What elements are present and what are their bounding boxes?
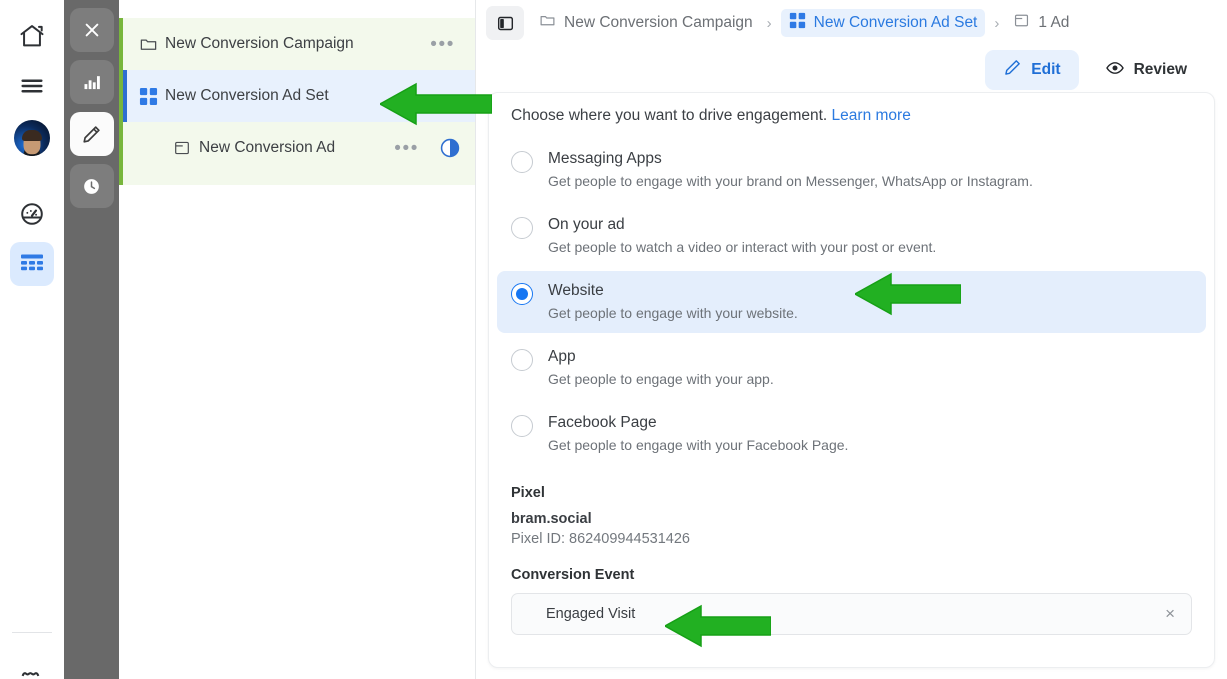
radio-website[interactable] bbox=[511, 283, 533, 305]
section-lead: Choose where you want to drive engagemen… bbox=[511, 107, 1192, 125]
section-lead-text: Choose where you want to drive engagemen… bbox=[511, 107, 828, 124]
tree-row-ad[interactable]: New Conversion Ad ••• bbox=[123, 122, 475, 174]
edit-review-tabs: Edit Review bbox=[476, 46, 1227, 94]
breadcrumb-label-campaign: New Conversion Campaign bbox=[564, 14, 753, 31]
eye-icon bbox=[1105, 58, 1125, 83]
breadcrumb-item-ad[interactable]: 1 Ad bbox=[1008, 9, 1074, 37]
avatar-image bbox=[14, 120, 50, 156]
avatar[interactable] bbox=[10, 114, 54, 158]
option-title: On your ad bbox=[548, 216, 625, 233]
option-description: Get people to engage with your Facebook … bbox=[548, 437, 849, 453]
menu-icon[interactable] bbox=[10, 64, 54, 108]
pixel-heading: Pixel bbox=[511, 485, 545, 501]
pencil-icon bbox=[1003, 58, 1022, 82]
tab-edit[interactable]: Edit bbox=[985, 50, 1079, 90]
radio-on-your-ad[interactable] bbox=[511, 217, 533, 239]
option-title: Website bbox=[548, 282, 604, 299]
window-icon bbox=[173, 139, 199, 157]
option-description: Get people to engage with your brand on … bbox=[548, 173, 1033, 189]
pencil-icon[interactable] bbox=[69, 112, 114, 156]
radio-facebook-page[interactable] bbox=[511, 415, 533, 437]
settings-icon[interactable] bbox=[0, 659, 64, 679]
radio-messaging-apps[interactable] bbox=[511, 151, 533, 173]
option-on-your-ad[interactable]: On your ad Get people to watch a video o… bbox=[497, 205, 1206, 267]
close-icon[interactable] bbox=[69, 8, 114, 52]
conversion-event-heading: Conversion Event bbox=[511, 567, 635, 583]
option-website[interactable]: Website Get people to engage with your w… bbox=[497, 271, 1206, 333]
breadcrumb: New Conversion Campaign › New Conversion… bbox=[534, 9, 1074, 37]
tree-label-campaign: New Conversion Campaign bbox=[165, 35, 354, 52]
option-app[interactable]: App Get people to engage with your app. bbox=[497, 337, 1206, 399]
pixel-id: Pixel ID: 862409944531426 bbox=[511, 531, 690, 547]
pixel-name: bram.social bbox=[511, 511, 592, 527]
contrast-circle-icon[interactable] bbox=[439, 137, 461, 159]
breadcrumb-item-adset[interactable]: New Conversion Ad Set bbox=[780, 9, 986, 37]
window-icon bbox=[1013, 12, 1030, 34]
grid-icon bbox=[139, 87, 165, 106]
option-title: Messaging Apps bbox=[548, 150, 662, 167]
panel-toggle-icon[interactable] bbox=[486, 6, 524, 40]
tree-label-adset: New Conversion Ad Set bbox=[165, 87, 329, 104]
main-panel: New Conversion Campaign › New Conversion… bbox=[476, 0, 1227, 679]
tree-label-ad: New Conversion Ad bbox=[199, 139, 336, 156]
breadcrumb-item-campaign[interactable]: New Conversion Campaign bbox=[534, 9, 758, 37]
breadcrumb-label-ad: 1 Ad bbox=[1038, 14, 1070, 31]
tab-review-label: Review bbox=[1133, 61, 1187, 78]
campaign-tree-panel: New Conversion Campaign ••• New Conversi… bbox=[119, 0, 476, 679]
tab-edit-label: Edit bbox=[1031, 61, 1061, 78]
rail-divider bbox=[12, 632, 52, 633]
option-title: Facebook Page bbox=[548, 414, 657, 431]
dashboard-icon[interactable] bbox=[10, 192, 54, 236]
campaign-group: New Conversion Campaign ••• New Conversi… bbox=[119, 18, 475, 185]
folder-icon bbox=[139, 35, 165, 54]
learn-more-link[interactable]: Learn more bbox=[832, 107, 911, 124]
tab-review[interactable]: Review bbox=[1087, 50, 1205, 91]
option-description: Get people to engage with your app. bbox=[548, 371, 774, 387]
option-description: Get people to engage with your website. bbox=[548, 305, 798, 321]
option-title: App bbox=[548, 348, 576, 365]
chevron-right-icon: › bbox=[766, 14, 772, 32]
option-facebook-page[interactable]: Facebook Page Get people to engage with … bbox=[497, 403, 1206, 465]
breadcrumb-label-adset: New Conversion Ad Set bbox=[813, 14, 978, 31]
breadcrumb-bar: New Conversion Campaign › New Conversion… bbox=[476, 0, 1227, 46]
clock-icon[interactable] bbox=[69, 164, 114, 208]
bar-chart-icon[interactable] bbox=[69, 60, 114, 104]
app-window: New Conversion Campaign ••• New Conversi… bbox=[0, 0, 1227, 679]
radio-app[interactable] bbox=[511, 349, 533, 371]
chevron-right-icon: › bbox=[994, 14, 1000, 32]
conversion-event-value: Engaged Visit bbox=[546, 606, 636, 622]
table-icon[interactable] bbox=[10, 242, 54, 286]
ad-more-button[interactable]: ••• bbox=[388, 139, 425, 158]
campaign-more-button[interactable]: ••• bbox=[424, 35, 461, 54]
tool-dock bbox=[64, 0, 119, 679]
tree-row-adset[interactable]: New Conversion Ad Set bbox=[123, 70, 475, 122]
grid-icon bbox=[789, 12, 806, 34]
option-description: Get people to watch a video or interact … bbox=[548, 239, 937, 255]
home-icon[interactable] bbox=[10, 14, 54, 58]
tree-row-campaign[interactable]: New Conversion Campaign ••• bbox=[123, 18, 475, 70]
folder-icon bbox=[539, 12, 556, 34]
left-rail bbox=[0, 0, 64, 679]
close-icon[interactable]: × bbox=[1165, 604, 1175, 624]
conversion-event-select[interactable]: Engaged Visit × bbox=[511, 593, 1192, 635]
option-messaging-apps[interactable]: Messaging Apps Get people to engage with… bbox=[497, 139, 1206, 201]
adset-settings-card: Choose where you want to drive engagemen… bbox=[488, 92, 1215, 668]
